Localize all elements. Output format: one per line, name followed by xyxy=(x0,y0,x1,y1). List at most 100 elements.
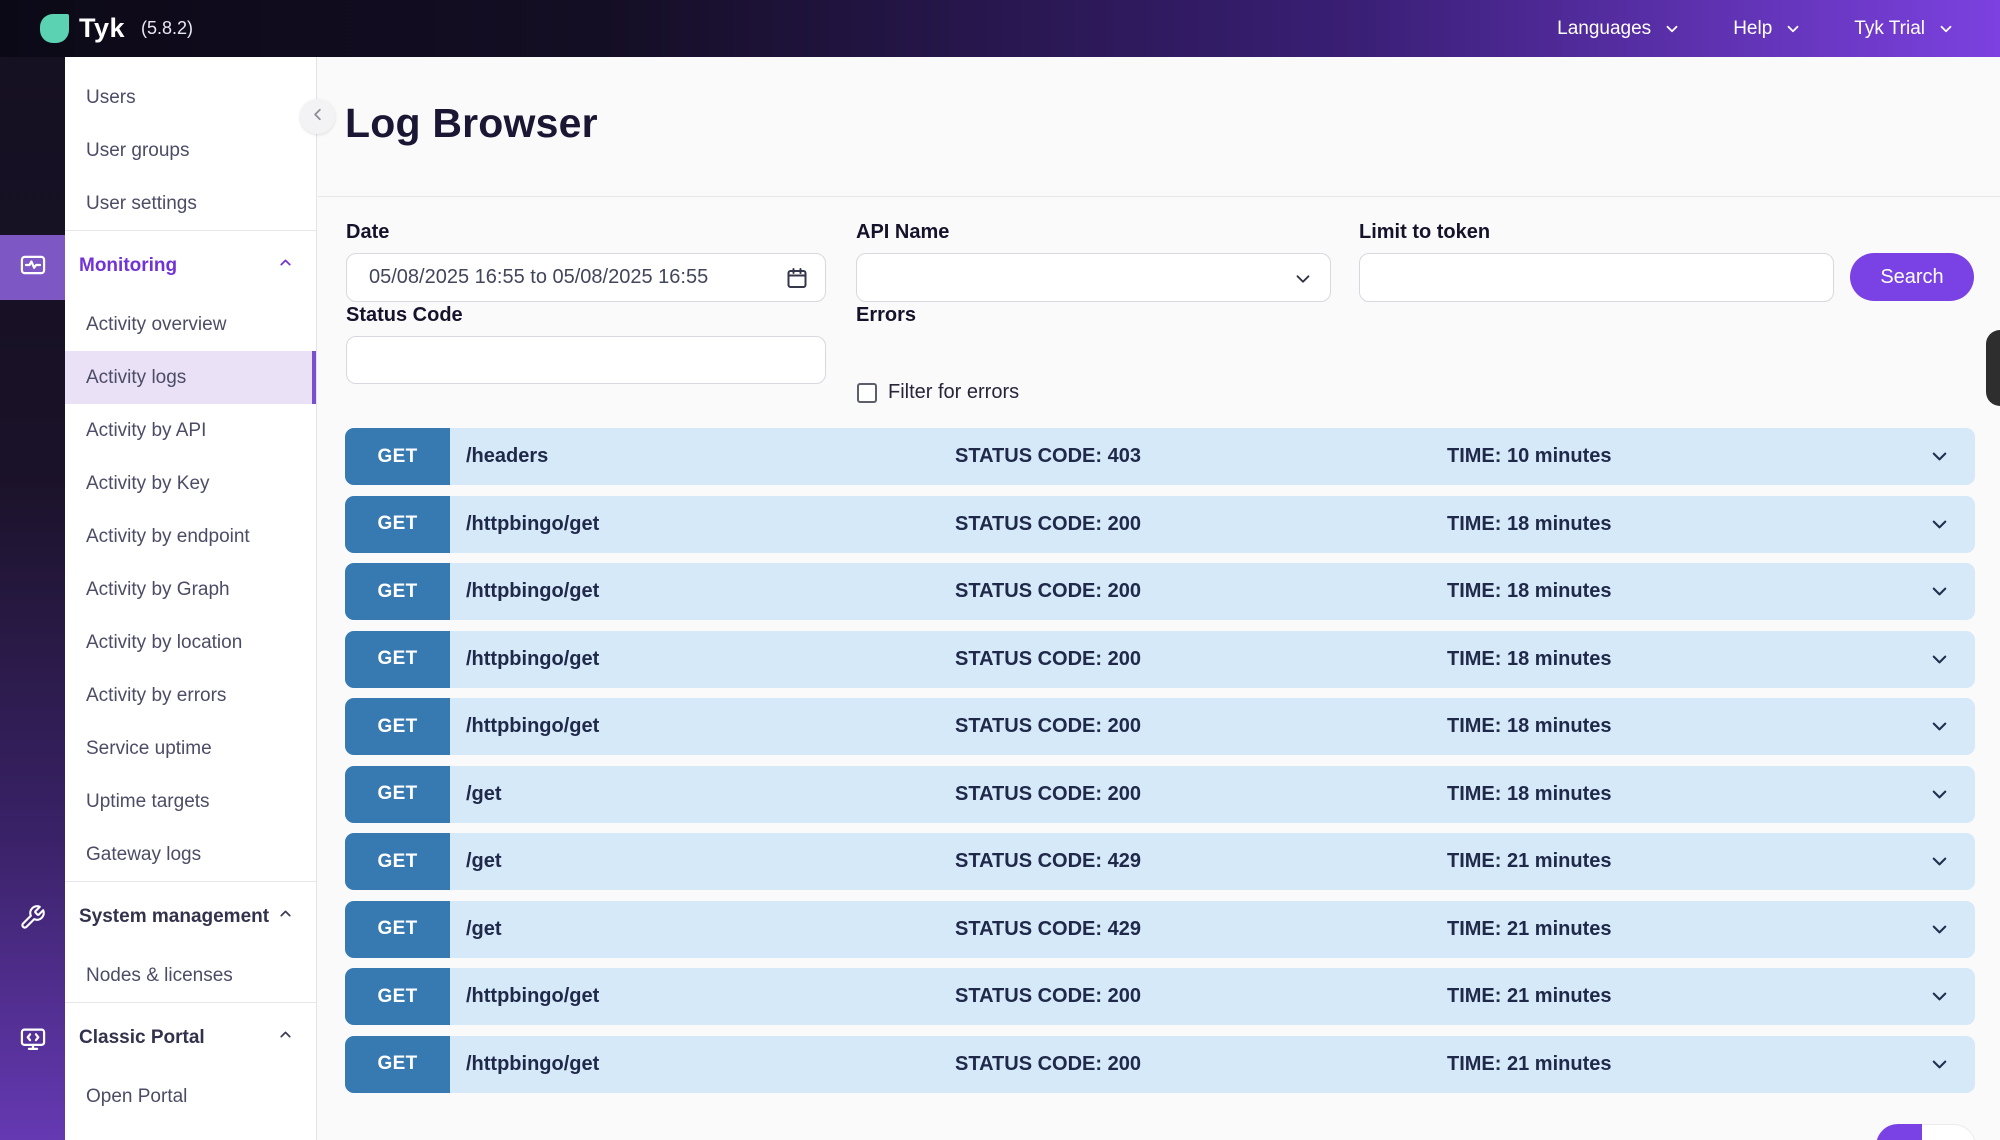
search-button[interactable]: Search xyxy=(1850,253,1974,301)
log-path: /httpbingo/get xyxy=(466,563,599,620)
rail-item-monitoring[interactable] xyxy=(0,235,65,300)
log-row[interactable]: GET /get STATUS CODE: 429 TIME: 21 minut… xyxy=(345,833,1975,890)
log-path: /get xyxy=(466,901,502,958)
chevron-down-icon[interactable] xyxy=(1928,1053,1951,1081)
pagination-next-page[interactable] xyxy=(1922,1124,1976,1140)
log-rows-list: GET /headers STATUS CODE: 403 TIME: 10 m… xyxy=(345,428,1975,1093)
rail-item-system-management[interactable] xyxy=(0,904,65,936)
sidebar-item-activity-by-key[interactable]: Activity by Key xyxy=(65,457,316,510)
chevron-down-icon[interactable] xyxy=(1928,648,1951,676)
log-time: TIME: 18 minutes xyxy=(1447,496,1611,553)
method-badge: GET xyxy=(345,1036,450,1093)
log-time: TIME: 21 minutes xyxy=(1447,968,1611,1025)
sidebar-item-activity-logs[interactable]: Activity logs xyxy=(65,351,316,404)
sidebar-section-classic-portal[interactable]: Classic Portal xyxy=(65,1011,316,1064)
chevron-down-icon[interactable] xyxy=(1928,580,1951,608)
chevron-down-icon[interactable] xyxy=(1928,715,1951,743)
topbar-menus: Languages Help Tyk Trial xyxy=(1557,18,1955,40)
log-path: /httpbingo/get xyxy=(466,968,599,1025)
chevron-down-icon[interactable] xyxy=(1928,918,1951,946)
calendar-icon[interactable] xyxy=(785,266,809,296)
chevron-up-icon xyxy=(277,905,294,928)
account-menu[interactable]: Tyk Trial xyxy=(1854,18,1955,40)
sidebar-item-open-portal[interactable]: Open Portal xyxy=(65,1070,316,1123)
portal-items: Open Portal xyxy=(65,1070,316,1123)
api-name-select[interactable] xyxy=(856,253,1331,302)
sidebar-item-activity-by-api[interactable]: Activity by API xyxy=(65,404,316,457)
pagination-active-page[interactable] xyxy=(1876,1124,1922,1140)
tyk-logo[interactable]: Tyk (5.8.2) xyxy=(40,13,193,44)
date-range-field[interactable] xyxy=(346,253,826,302)
log-status: STATUS CODE: 200 xyxy=(955,1036,1141,1093)
sidebar-divider xyxy=(65,1002,316,1003)
chevron-down-icon[interactable] xyxy=(1928,985,1951,1013)
log-row[interactable]: GET /httpbingo/get STATUS CODE: 200 TIME… xyxy=(345,563,1975,620)
help-menu[interactable]: Help xyxy=(1733,18,1802,40)
sidebar-item-activity-by-location[interactable]: Activity by location xyxy=(65,616,316,669)
log-row[interactable]: GET /httpbingo/get STATUS CODE: 200 TIME… xyxy=(345,698,1975,755)
sidebar-section-monitoring[interactable]: Monitoring xyxy=(65,239,316,292)
chevron-down-icon[interactable] xyxy=(1928,783,1951,811)
sidebar-item-user-groups[interactable]: User groups xyxy=(65,124,316,177)
log-row[interactable]: GET /httpbingo/get STATUS CODE: 200 TIME… xyxy=(345,496,1975,553)
log-row[interactable]: GET /httpbingo/get STATUS CODE: 200 TIME… xyxy=(345,1036,1975,1093)
method-badge: GET xyxy=(345,428,450,485)
pagination[interactable] xyxy=(1876,1124,1976,1140)
log-time: TIME: 21 minutes xyxy=(1447,1036,1611,1093)
portal-monitor-icon xyxy=(19,1025,47,1058)
method-badge: GET xyxy=(345,901,450,958)
errors-filter: Filter for errors xyxy=(857,381,1019,404)
log-path: /headers xyxy=(466,428,548,485)
header-divider xyxy=(318,196,2000,197)
filter-for-errors-checkbox[interactable] xyxy=(857,383,877,403)
log-time: TIME: 18 minutes xyxy=(1447,698,1611,755)
log-row[interactable]: GET /httpbingo/get STATUS CODE: 200 TIME… xyxy=(345,968,1975,1025)
chevron-down-icon[interactable] xyxy=(1928,445,1951,473)
tyk-wordmark: Tyk xyxy=(79,13,125,44)
chevron-down-icon[interactable] xyxy=(1928,850,1951,878)
chevron-down-icon xyxy=(1292,268,1314,296)
top-bar: Tyk (5.8.2) Languages Help Tyk Trial xyxy=(0,0,2000,57)
chevron-down-icon xyxy=(1937,20,1955,38)
chevron-down-icon xyxy=(1663,20,1681,38)
sidebar-collapse-button[interactable] xyxy=(300,99,335,134)
status-code-input[interactable] xyxy=(347,349,825,372)
sidebar-item-service-uptime[interactable]: Service uptime xyxy=(65,722,316,775)
chevron-down-icon[interactable] xyxy=(1928,513,1951,541)
chevron-up-icon xyxy=(277,254,294,277)
wrench-icon xyxy=(19,904,46,936)
log-path: /get xyxy=(466,766,502,823)
limit-to-token-input[interactable] xyxy=(1360,266,1833,289)
monitoring-pulse-icon xyxy=(19,251,47,284)
sidebar-item-user-settings[interactable]: User settings xyxy=(65,177,316,230)
sidebar-item-nodes-licenses[interactable]: Nodes & licenses xyxy=(65,949,316,1002)
sidebar-item-activity-by-endpoint[interactable]: Activity by endpoint xyxy=(65,510,316,563)
sidebar-section-system-management[interactable]: System management xyxy=(65,890,316,943)
method-badge: GET xyxy=(345,631,450,688)
sidebar-item-activity-by-errors[interactable]: Activity by errors xyxy=(65,669,316,722)
log-time: TIME: 18 minutes xyxy=(1447,631,1611,688)
sidebar-item-activity-by-graph[interactable]: Activity by Graph xyxy=(65,563,316,616)
system-items: Nodes & licenses xyxy=(65,949,316,1002)
log-row[interactable]: GET /httpbingo/get STATUS CODE: 200 TIME… xyxy=(345,631,1975,688)
log-row[interactable]: GET /get STATUS CODE: 429 TIME: 21 minut… xyxy=(345,901,1975,958)
sidebar-divider xyxy=(65,881,316,882)
status-code-field[interactable] xyxy=(346,336,826,384)
languages-menu[interactable]: Languages xyxy=(1557,18,1681,40)
rail-item-portal[interactable] xyxy=(0,1025,65,1058)
sidebar-item-uptime-targets[interactable]: Uptime targets xyxy=(65,775,316,828)
sidebar-item-gateway-logs[interactable]: Gateway logs xyxy=(65,828,316,881)
sidebar-item-users[interactable]: Users xyxy=(65,71,316,124)
date-range-input[interactable] xyxy=(347,266,825,289)
method-badge: GET xyxy=(345,563,450,620)
version-label: (5.8.2) xyxy=(141,18,193,39)
log-row[interactable]: GET /get STATUS CODE: 200 TIME: 18 minut… xyxy=(345,766,1975,823)
chevron-down-icon xyxy=(1784,20,1802,38)
log-row[interactable]: GET /headers STATUS CODE: 403 TIME: 10 m… xyxy=(345,428,1975,485)
monitoring-items: Activity overview Activity logs Activity… xyxy=(65,298,316,881)
sidebar: Users User groups User settings Monitori… xyxy=(65,57,317,1140)
sidebar-item-activity-overview[interactable]: Activity overview xyxy=(65,298,316,351)
limit-to-token-field[interactable] xyxy=(1359,253,1834,302)
feedback-tab[interactable] xyxy=(1986,330,2000,406)
log-path: /httpbingo/get xyxy=(466,698,599,755)
